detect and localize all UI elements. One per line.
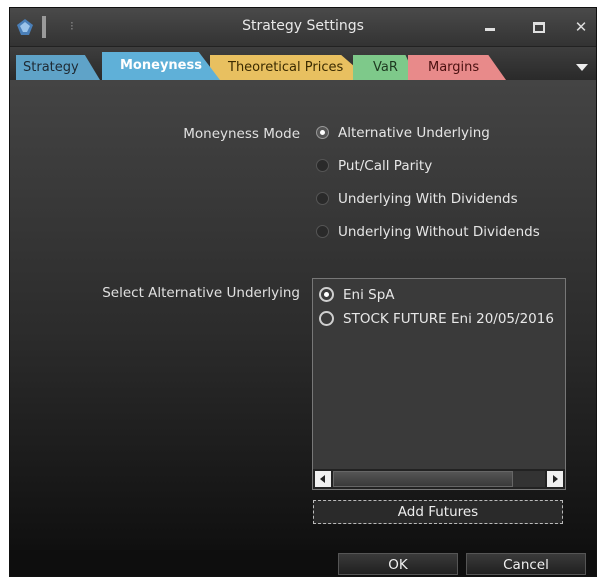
ok-button[interactable]: OK [338, 553, 458, 575]
radio-indicator [316, 126, 329, 139]
list-item-label: Eni SpA [343, 287, 395, 303]
select-alternative-underlying-label: Select Alternative Underlying [102, 285, 300, 301]
radio-alternative-underlying[interactable]: Alternative Underlying [316, 123, 490, 143]
radio-indicator [319, 287, 334, 302]
tab-strategy[interactable]: Strategy [16, 55, 100, 80]
scroll-thumb[interactable] [333, 471, 513, 487]
list-item-stock-future[interactable]: STOCK FUTURE Eni 20/05/2016 [319, 309, 554, 329]
minimize-icon [485, 28, 495, 31]
radio-label: Alternative Underlying [338, 125, 490, 141]
moneyness-panel: Moneyness Mode Alternative Underlying Pu… [10, 80, 596, 550]
window-title: Strategy Settings [242, 18, 364, 34]
title-bar[interactable]: ⁝ Strategy Settings ✕ [10, 8, 596, 47]
scroll-right-button[interactable] [547, 471, 563, 487]
add-futures-button[interactable]: Add Futures [313, 500, 563, 524]
close-icon: ✕ [574, 18, 588, 36]
chevron-down-icon[interactable] [576, 64, 588, 71]
close-button[interactable]: ✕ [567, 16, 595, 38]
radio-indicator [319, 311, 334, 326]
radio-label: Put/Call Parity [338, 158, 433, 174]
maximize-button[interactable] [525, 16, 553, 38]
radio-indicator [316, 225, 329, 238]
radio-label: Underlying Without Dividends [338, 224, 540, 240]
horizontal-scrollbar[interactable] [313, 469, 565, 489]
underlying-list[interactable]: Eni SpA STOCK FUTURE Eni 20/05/2016 [312, 278, 566, 490]
tab-theoretical-prices[interactable]: Theoretical Prices [210, 55, 370, 80]
cancel-button[interactable]: Cancel [466, 553, 586, 575]
radio-label: Underlying With Dividends [338, 191, 518, 207]
strategy-settings-window: ⁝ Strategy Settings ✕ Strategy Theoretic… [10, 8, 596, 576]
radio-put-call-parity[interactable]: Put/Call Parity [316, 156, 432, 176]
radio-underlying-without-dividends[interactable]: Underlying Without Dividends [316, 222, 540, 242]
tab-margins[interactable]: Margins [408, 55, 506, 80]
radio-indicator [316, 192, 329, 205]
list-item-label: STOCK FUTURE Eni 20/05/2016 [343, 311, 554, 327]
tab-var[interactable]: VaR [353, 55, 417, 80]
scroll-left-button[interactable] [315, 471, 331, 487]
minimize-button[interactable] [476, 16, 504, 38]
list-item-eni-spa[interactable]: Eni SpA [319, 285, 395, 305]
radio-indicator [316, 159, 329, 172]
maximize-icon [533, 22, 545, 33]
tab-moneyness[interactable]: Moneyness [102, 52, 220, 80]
moneyness-mode-label: Moneyness Mode [183, 126, 300, 142]
radio-underlying-with-dividends[interactable]: Underlying With Dividends [316, 189, 518, 209]
tab-strip: Strategy Theoretical Prices VaR Margins … [10, 47, 596, 80]
